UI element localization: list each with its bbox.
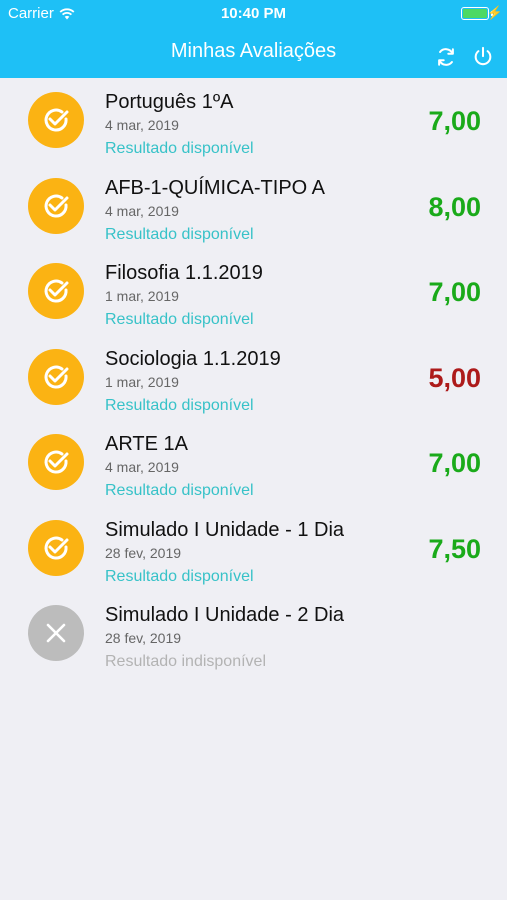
page-title: Minhas Avaliações xyxy=(170,40,337,62)
assessment-title: AFB-1-QUÍMICA-TIPO A xyxy=(105,176,326,199)
result-available-icon xyxy=(28,519,84,576)
assessment-date: 1 mar, 2019 xyxy=(105,373,179,390)
assessment-date: 4 mar, 2019 xyxy=(105,202,179,219)
assessment-title: Simulado I Unidade - 2 Dia xyxy=(105,604,345,626)
assessment-row[interactable]: Simulado I Unidade - 1 Dia 28 fev, 2019 … xyxy=(0,506,507,592)
refresh-icon xyxy=(438,48,454,66)
battery-icon xyxy=(461,7,489,20)
assessment-row[interactable]: Simulado I Unidade - 2 Dia 28 fev, 2019 … xyxy=(0,591,507,677)
grade-value: 5,00 xyxy=(428,362,481,393)
assessment-title: Sociologia 1.1.2019 xyxy=(105,347,281,370)
result-available-icon xyxy=(28,263,84,319)
result-status: Resultado disponível xyxy=(105,225,254,243)
result-available-icon xyxy=(28,92,84,148)
result-status: Resultado disponível xyxy=(105,311,254,328)
assessment-row[interactable]: Sociologia 1.1.2019 1 mar, 2019 Resultad… xyxy=(0,335,507,421)
charging-bolt-icon: ⚡ xyxy=(486,5,503,20)
assessment-date: 28 fev, 2019 xyxy=(105,544,182,561)
logout-button[interactable] xyxy=(470,44,496,70)
assessment-date: 28 fev, 2019 xyxy=(105,630,182,646)
assessment-title: ARTE 1A xyxy=(105,433,188,455)
assessment-row[interactable]: AFB-1-QUÍMICA-TIPO A 4 mar, 2019 Resulta… xyxy=(0,164,507,250)
assessment-date: 4 mar, 2019 xyxy=(105,459,179,475)
assessment-title: Simulado I Unidade - 1 Dia xyxy=(105,518,345,541)
result-status: Resultado disponível xyxy=(105,396,254,414)
result-available-icon xyxy=(28,348,84,405)
assessment-list: Português 1ºA 4 mar, 2019 Resultado disp… xyxy=(0,78,507,677)
power-icon xyxy=(474,46,492,66)
grade-value: 7,50 xyxy=(428,533,481,564)
navigation-bar: Minhas Avaliações xyxy=(0,28,507,78)
result-unavailable-icon xyxy=(28,605,84,661)
assessment-row[interactable]: Filosofia 1.1.2019 1 mar, 2019 Resultado… xyxy=(0,249,507,335)
grade-value: 7,00 xyxy=(428,106,481,136)
assessment-row[interactable]: Português 1ºA 4 mar, 2019 Resultado disp… xyxy=(0,78,507,164)
assessment-title: Português 1ºA xyxy=(105,91,234,113)
result-status: Resultado disponível xyxy=(105,482,254,499)
assessment-title: Filosofia 1.1.2019 xyxy=(105,262,263,284)
result-status: Resultado disponível xyxy=(105,567,254,585)
result-available-icon xyxy=(28,434,84,490)
grade-value: 7,00 xyxy=(428,277,481,307)
result-available-icon xyxy=(28,177,84,234)
refresh-button[interactable] xyxy=(433,44,459,70)
status-bar: Carrier 10:40 PM ⚡ xyxy=(0,0,507,28)
assessment-date: 4 mar, 2019 xyxy=(105,117,179,133)
result-status: Resultado disponível xyxy=(105,140,254,157)
assessment-date: 1 mar, 2019 xyxy=(105,288,179,304)
grade-value: 8,00 xyxy=(428,191,481,222)
clock: 10:40 PM xyxy=(220,5,287,22)
result-status: Resultado indisponível xyxy=(105,653,266,670)
close-icon xyxy=(46,623,66,643)
assessment-row[interactable]: ARTE 1A 4 mar, 2019 Resultado disponível… xyxy=(0,420,507,506)
grade-value: 7,00 xyxy=(428,448,481,478)
